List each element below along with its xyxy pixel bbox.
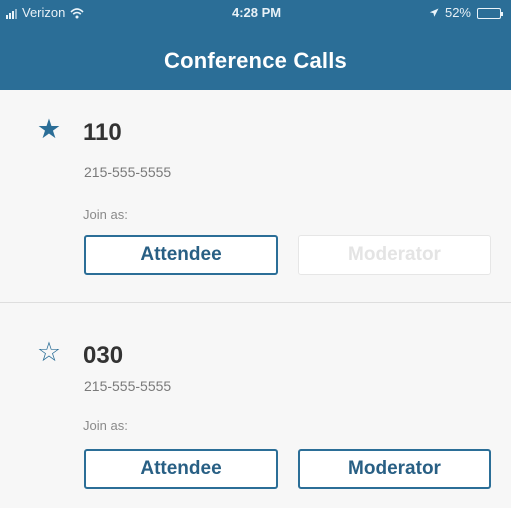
call-phone-number: 215-555-5555	[84, 164, 172, 180]
battery-percent: 52%	[444, 5, 471, 20]
carrier-name: Verizon	[22, 5, 66, 20]
join-as-label: Join as:	[83, 418, 128, 433]
join-moderator-button-disabled: Moderator	[298, 235, 491, 275]
call-title: 030	[83, 342, 124, 369]
conference-calls-screen: Verizon 4:28 PM 52% Conference Calls ★ 1…	[0, 0, 511, 508]
join-attendee-button[interactable]: Attendee	[84, 449, 278, 489]
page-title: Conference Calls	[164, 48, 347, 73]
outline-star-icon[interactable]: ☆	[35, 338, 63, 366]
join-moderator-button[interactable]: Moderator	[298, 449, 491, 489]
conference-call-card: ☆ 030 215-555-5555 Join as: Attendee Mod…	[0, 303, 511, 508]
join-as-label: Join as:	[83, 207, 128, 222]
signal-bars-icon	[6, 8, 17, 19]
filled-star-icon[interactable]: ★	[35, 115, 63, 143]
carrier-status: Verizon	[6, 0, 84, 26]
conference-call-card: ★ 110 215-555-5555 Join as: Attendee Mod…	[0, 90, 511, 302]
location-arrow-icon	[429, 8, 439, 18]
battery-status: 52%	[429, 0, 503, 26]
app-header: Verizon 4:28 PM 52% Conference Calls	[0, 0, 511, 90]
call-title: 110	[83, 119, 122, 146]
status-bar: Verizon 4:28 PM 52%	[0, 0, 511, 26]
join-attendee-button[interactable]: Attendee	[84, 235, 278, 275]
call-phone-number: 215-555-5555	[84, 378, 172, 394]
battery-icon	[477, 7, 503, 19]
wifi-icon	[70, 7, 84, 19]
status-time: 4:28 PM	[232, 5, 282, 20]
